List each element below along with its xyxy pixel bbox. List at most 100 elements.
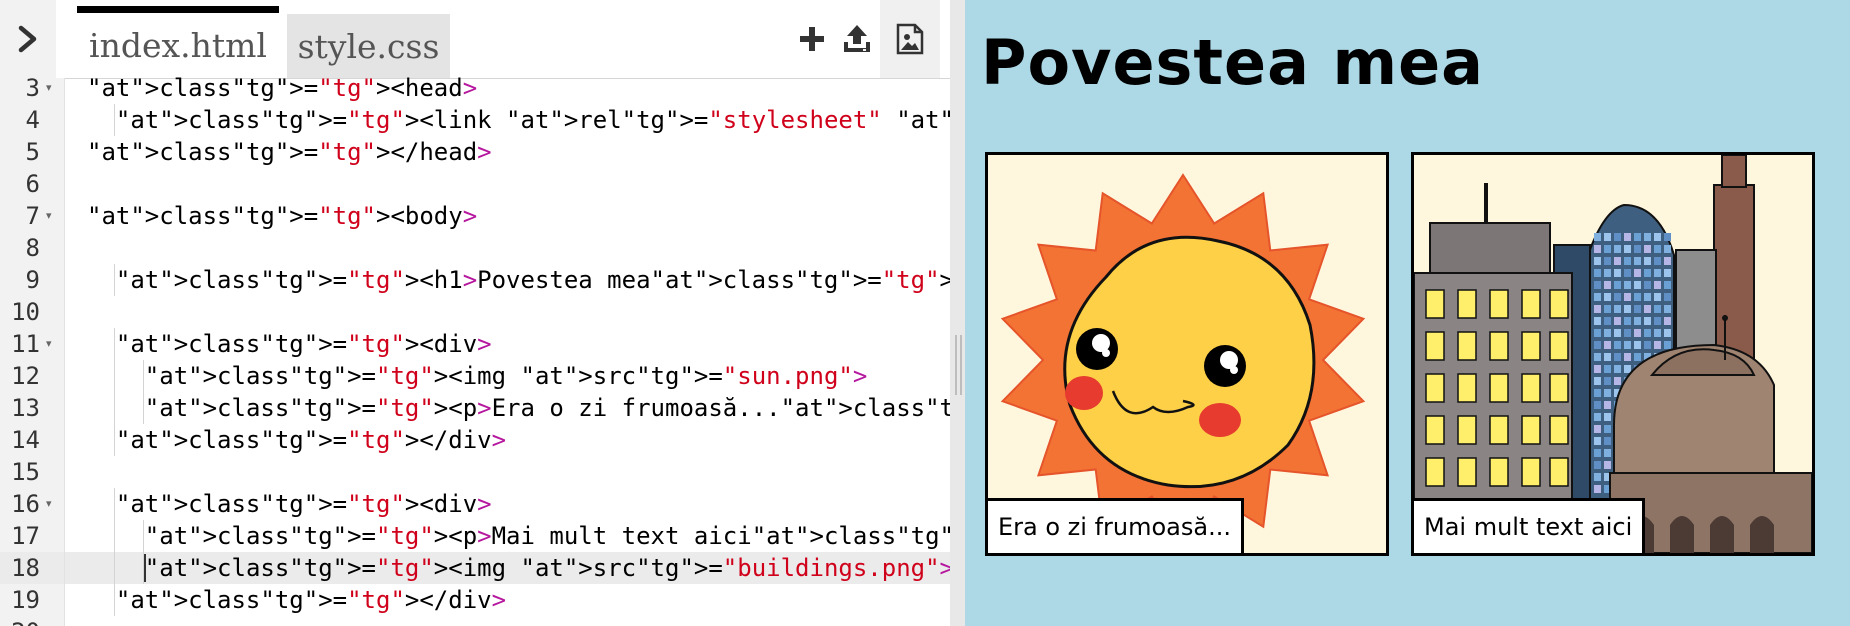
line-number: 15	[0, 456, 64, 488]
code-text: "at">class"tg">="tg"><body>	[87, 202, 478, 230]
line-number-label: 13	[11, 394, 40, 422]
tab-style-css[interactable]: style.css	[287, 14, 450, 78]
add-image-button[interactable]	[880, 0, 940, 78]
line-number-gutter: 3▾4567▾891011▾1213141516▾17181920	[0, 74, 65, 626]
text-cursor	[143, 554, 146, 582]
indent-guide	[113, 392, 115, 424]
sun-illustration	[988, 155, 1386, 553]
code-text: "at">class"tg">="tg"><h1>Povestea mea"at…	[115, 266, 950, 294]
code-line[interactable]: "at">class"tg">="tg"><h1>Povestea mea"at…	[65, 264, 950, 296]
line-number: 20	[0, 616, 64, 626]
code-area[interactable]: "at">class"tg">="tg"><head> "at">class"tg…	[65, 74, 950, 626]
line-number-label: 16	[11, 490, 40, 518]
indent-guide	[113, 264, 115, 296]
line-number: 5	[0, 136, 64, 168]
line-number-label: 4	[25, 106, 40, 134]
line-number-label: 17	[11, 522, 40, 550]
indent-guide	[142, 520, 144, 552]
code-line[interactable]: "at">class"tg">="tg"></div>	[65, 424, 950, 456]
line-number: 4	[0, 104, 64, 136]
code-text: "at">class"tg">="tg"><link "at">rel"tg">…	[115, 106, 950, 134]
indent-guide	[113, 520, 115, 552]
panel-caption: Mai mult text aici	[1414, 498, 1646, 553]
line-number: 3 ▾	[0, 72, 64, 104]
line-number: 18	[0, 552, 64, 584]
line-number-label: 3	[25, 74, 40, 102]
code-text: "at">class"tg">="tg"></div>	[115, 586, 507, 614]
code-line[interactable]	[65, 616, 950, 626]
code-text: "at">class"tg">="tg"></div>	[115, 426, 507, 454]
code-text: "at">class"tg">="tg"><img "at">src"tg">=…	[144, 554, 950, 582]
line-number-label: 9	[25, 266, 40, 294]
tab-label: style.css	[297, 26, 440, 66]
code-text: "at">class"tg">="tg"><div>	[115, 490, 492, 518]
line-number: 6	[0, 168, 64, 200]
resize-handle[interactable]	[952, 335, 964, 395]
code-line[interactable]: "at">class"tg">="tg"><div>	[65, 328, 950, 360]
fold-arrow-icon[interactable]: ▾	[46, 328, 52, 360]
line-number-label: 10	[11, 298, 40, 326]
line-number-label: 18	[11, 554, 40, 582]
line-number-label: 12	[11, 362, 40, 390]
code-line[interactable]: "at">class"tg">="tg"><p>Era o zi frumoas…	[65, 392, 950, 424]
indent-guide	[142, 360, 144, 392]
story-panel-sun: Era o zi frumoasă...	[985, 152, 1389, 556]
code-line[interactable]: "at">class"tg">="tg"><p>Mai mult text ai…	[65, 520, 950, 552]
line-number: 10	[0, 296, 64, 328]
line-number-label: 5	[25, 138, 40, 166]
buildings-illustration	[1414, 155, 1812, 553]
line-number: 14	[0, 424, 64, 456]
code-editor-pane: index.html style.css 3 ▾ 4 5 6 7 ▾ 8 9 1…	[0, 0, 950, 626]
image-icon	[896, 23, 924, 55]
code-line[interactable]: "at">class"tg">="tg"><img "at">src"tg">=…	[65, 552, 950, 584]
line-number: 12	[0, 360, 64, 392]
editor-tab-bar: index.html style.css	[0, 0, 950, 79]
line-number: 19	[0, 584, 64, 616]
story-panel-buildings: Mai mult text aici	[1411, 152, 1815, 556]
line-number-label: 11	[11, 330, 40, 358]
line-number: 8	[0, 232, 64, 264]
indent-guide	[113, 360, 115, 392]
fold-arrow-icon[interactable]: ▾	[46, 72, 52, 104]
upload-icon	[844, 25, 870, 52]
code-text: "at">class"tg">="tg"><p>Era o zi frumoas…	[144, 394, 950, 422]
line-number-label: 8	[25, 234, 40, 262]
code-line[interactable]	[65, 168, 950, 200]
line-number: 17	[0, 520, 64, 552]
plus-icon	[800, 27, 824, 51]
tab-label: index.html	[89, 26, 267, 65]
indent-guide	[113, 424, 115, 456]
code-line[interactable]: "at">class"tg">="tg"></div>	[65, 584, 950, 616]
indent-guide	[113, 104, 115, 136]
line-number: 11 ▾	[0, 328, 64, 360]
line-number-label: 15	[11, 458, 40, 486]
code-text: "at">class"tg">="tg"><p>Mai mult text ai…	[144, 522, 950, 550]
upload-file-button[interactable]	[834, 0, 880, 78]
line-number-label: 6	[25, 170, 40, 198]
code-line[interactable]	[65, 232, 950, 264]
code-line[interactable]: "at">class"tg">="tg"><div>	[65, 488, 950, 520]
code-line[interactable]: "at">class"tg">="tg"><link "at">rel"tg">…	[65, 104, 950, 136]
indent-guide	[113, 552, 115, 584]
fold-arrow-icon[interactable]: ▾	[46, 488, 52, 520]
code-line[interactable]	[65, 456, 950, 488]
indent-guide	[113, 328, 115, 360]
fold-arrow-icon[interactable]: ▾	[46, 200, 52, 232]
code-line[interactable]: "at">class"tg">="tg"><body>	[65, 200, 950, 232]
code-line[interactable]	[65, 296, 950, 328]
panel-caption: Era o zi frumoasă...	[988, 498, 1244, 553]
code-line[interactable]: "at">class"tg">="tg"><img "at">src"tg">=…	[65, 360, 950, 392]
tab-index-html[interactable]: index.html	[77, 6, 279, 78]
code-line[interactable]: "at">class"tg">="tg"></head>	[65, 136, 950, 168]
chevron-right-icon	[18, 25, 37, 53]
toggle-sidebar-button[interactable]	[0, 0, 56, 78]
indent-guide	[113, 584, 115, 616]
line-number-label: 20	[0, 616, 40, 626]
line-number: 9	[0, 264, 64, 296]
line-number-label: 7	[25, 202, 40, 230]
preview-pane: Povestea mea Era o zi frumoasă... Mai mu…	[965, 0, 1850, 626]
code-line[interactable]: "at">class"tg">="tg"><head>	[65, 72, 950, 104]
add-file-button[interactable]	[790, 0, 834, 78]
line-number-label: 19	[11, 586, 40, 614]
indent-guide	[113, 488, 115, 520]
